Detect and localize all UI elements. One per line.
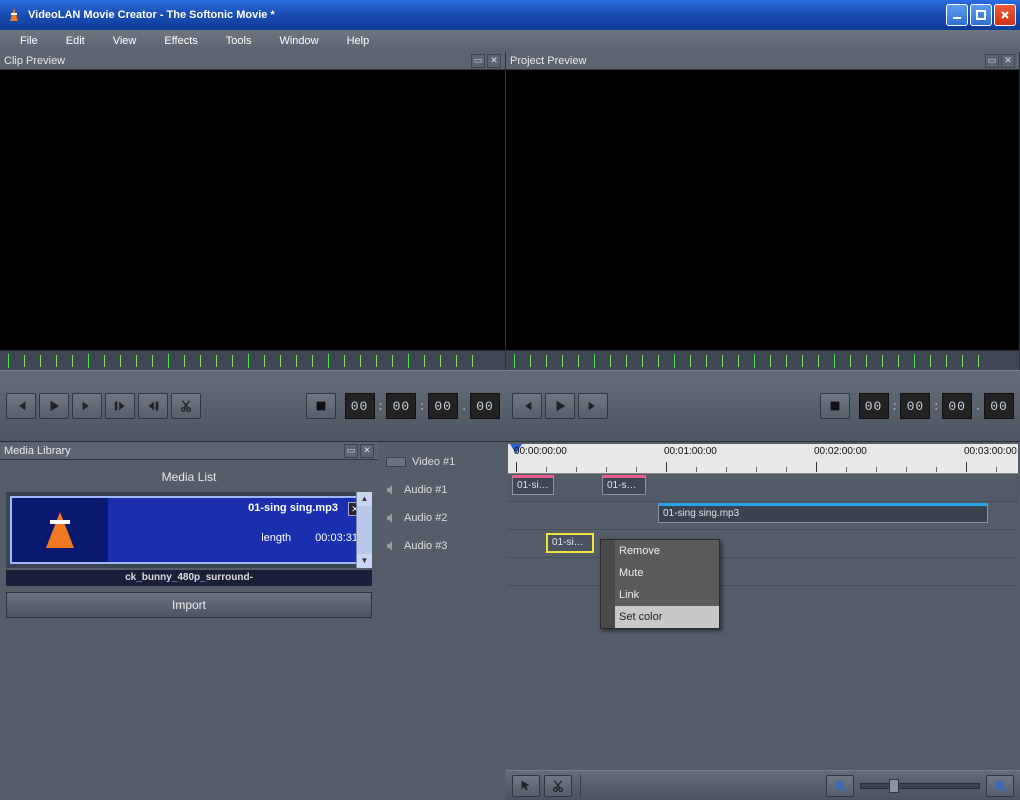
project-preview-panel: Project Preview ▭ ✕ <box>506 52 1020 370</box>
zoom-slider[interactable] <box>860 783 980 789</box>
stop-button[interactable] <box>820 393 850 419</box>
clip-preview-viewport[interactable] <box>0 70 505 350</box>
timeline-ruler[interactable]: 00:00:00:0000:01:00:0000:02:00:0000:03:0… <box>508 444 1018 474</box>
timeline-clip[interactable]: 01-si… <box>512 475 554 495</box>
speaker-icon <box>386 540 398 552</box>
maximize-button[interactable] <box>970 4 992 26</box>
clip-preview-ruler[interactable] <box>0 350 505 370</box>
prev-button[interactable] <box>512 393 542 419</box>
menu-effects[interactable]: Effects <box>150 32 211 50</box>
track-labels: Video #1 Audio #1 Audio #2 Audio #3 <box>378 442 506 800</box>
stop-button[interactable] <box>306 393 336 419</box>
media-item-partial[interactable]: ck_bunny_480p_surround- <box>6 570 372 586</box>
clip-preview-title: Clip Preview <box>4 55 65 67</box>
timeline-clip-selected[interactable]: 01-si… <box>546 533 594 553</box>
timeline-clip[interactable]: 01-s… <box>602 475 646 495</box>
prev-button[interactable] <box>6 393 36 419</box>
next-button[interactable] <box>72 393 102 419</box>
undock-icon[interactable]: ▭ <box>471 54 485 68</box>
track-label-audio-3[interactable]: Audio #3 <box>378 532 506 560</box>
timeline-clip[interactable]: 01-sing sing.mp3 <box>658 503 988 523</box>
context-menu: Remove Mute Link Set color <box>600 539 720 629</box>
track-audio-3[interactable] <box>508 558 1018 586</box>
menu-tools[interactable]: Tools <box>212 32 266 50</box>
zoom-slider-thumb[interactable] <box>889 779 899 793</box>
undock-icon[interactable]: ▭ <box>985 54 999 68</box>
close-panel-icon[interactable]: ✕ <box>1001 54 1015 68</box>
track-audio-2[interactable]: 01-si… <box>508 530 1018 558</box>
project-transport: 00: 00: 00. 00 <box>506 370 1020 442</box>
close-panel-icon[interactable]: ✕ <box>487 54 501 68</box>
selection-tool-button[interactable] <box>512 775 540 797</box>
window-titlebar: VideoLAN Movie Creator - The Softonic Mo… <box>0 0 1020 30</box>
menubar: File Edit View Effects Tools Window Help <box>0 30 1020 52</box>
timeline-tracks[interactable]: 01-si… 01-s… 01-sing sing.mp3 01-si… Rem… <box>508 474 1018 780</box>
menu-view[interactable]: View <box>99 32 151 50</box>
clip-timecode: 00: 00: 00. 00 <box>345 393 500 419</box>
media-thumbnail <box>12 498 108 562</box>
clip-preview-panel: Clip Preview ▭ ✕ <box>0 52 506 370</box>
timeline-panel: 00:00:00:0000:01:00:0000:02:00:0000:03:0… <box>506 442 1020 800</box>
clip-transport: 00: 00: 00. 00 <box>0 370 506 442</box>
project-timecode: 00: 00: 00. 00 <box>859 393 1014 419</box>
next-button[interactable] <box>578 393 608 419</box>
track-label-video-1[interactable]: Video #1 <box>378 448 506 476</box>
menu-edit[interactable]: Edit <box>52 32 99 50</box>
track-audio-1[interactable]: 01-sing sing.mp3 <box>508 502 1018 530</box>
media-item[interactable]: 01-sing sing.mp3 length 00:03:31 ✕ <box>10 496 368 564</box>
project-preview-title: Project Preview <box>510 55 586 67</box>
speaker-icon <box>386 512 398 524</box>
media-scrollbar[interactable] <box>356 492 372 568</box>
cut-tool-button[interactable] <box>544 775 572 797</box>
ctx-link[interactable]: Link <box>601 584 719 606</box>
mark-out-button[interactable] <box>138 393 168 419</box>
speaker-icon <box>386 484 398 496</box>
media-length-label: length <box>261 532 291 544</box>
play-button[interactable] <box>545 393 575 419</box>
media-item-title: 01-sing sing.mp3 <box>116 502 358 514</box>
menu-file[interactable]: File <box>6 32 52 50</box>
app-icon <box>6 7 22 23</box>
project-preview-ruler[interactable] <box>506 350 1019 370</box>
import-button[interactable]: Import <box>6 592 372 618</box>
ctx-set-color[interactable]: Set color <box>601 606 719 628</box>
close-button[interactable] <box>994 4 1016 26</box>
menu-window[interactable]: Window <box>265 32 332 50</box>
project-preview-viewport[interactable] <box>506 70 1019 350</box>
minimize-button[interactable] <box>946 4 968 26</box>
mark-in-button[interactable] <box>105 393 135 419</box>
track-video-1[interactable]: 01-si… 01-s… <box>508 474 1018 502</box>
close-panel-icon[interactable]: ✕ <box>360 444 374 458</box>
track-label-audio-2[interactable]: Audio #2 <box>378 504 506 532</box>
cut-button[interactable] <box>171 393 201 419</box>
zoom-out-button[interactable] <box>826 775 854 797</box>
media-library-panel: Media Library ▭ ✕ Media List 01-sing sin… <box>0 442 378 800</box>
media-list-header: Media List <box>0 460 378 492</box>
vlc-cone-icon <box>46 512 74 548</box>
media-length-value: 00:03:31 <box>315 532 358 544</box>
window-title: VideoLAN Movie Creator - The Softonic Mo… <box>28 9 946 21</box>
menu-help[interactable]: Help <box>333 32 384 50</box>
undock-icon[interactable]: ▭ <box>344 444 358 458</box>
ctx-remove[interactable]: Remove <box>601 540 719 562</box>
ctx-mute[interactable]: Mute <box>601 562 719 584</box>
timeline-toolbar <box>506 770 1020 800</box>
track-label-audio-1[interactable]: Audio #1 <box>378 476 506 504</box>
play-button[interactable] <box>39 393 69 419</box>
zoom-in-button[interactable] <box>986 775 1014 797</box>
media-library-title: Media Library <box>4 445 71 457</box>
